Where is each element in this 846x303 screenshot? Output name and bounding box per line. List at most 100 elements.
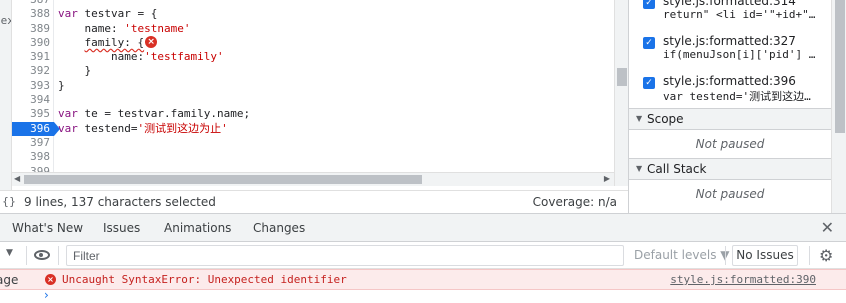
- toolbar-divider: [725, 246, 726, 265]
- code-token: 'testfamily': [144, 50, 224, 64]
- default-levels-dropdown[interactable]: Default levels ▼: [634, 248, 730, 262]
- error-text: Uncaught SyntaxError: Unexpected identif…: [62, 273, 347, 286]
- code-text[interactable]: name: 'testname': [58, 22, 190, 36]
- code-line[interactable]: 397: [0, 136, 614, 150]
- breakpoint-location: style.js:formatted:314: [663, 0, 796, 8]
- code-text[interactable]: var testvar = {: [58, 7, 157, 21]
- code-token: te = testvar.family.name;: [84, 107, 251, 121]
- line-number[interactable]: 392: [12, 64, 54, 78]
- source-editor[interactable]: lex 387388var testvar = {389 name: 'test…: [0, 0, 628, 190]
- code-token: var: [58, 121, 85, 135]
- breakpoint-code: var testend='测试到这边…: [663, 90, 811, 103]
- code-text[interactable]: var te = testvar.family.name;: [58, 107, 250, 121]
- console-prompt[interactable]: ›: [0, 288, 846, 303]
- code-token: }: [58, 64, 92, 78]
- line-number[interactable]: 398: [12, 150, 54, 164]
- collapse-arrow-icon: ▼: [636, 164, 643, 173]
- line-number[interactable]: 389: [12, 22, 54, 36]
- call-stack-status: Not paused: [695, 187, 765, 201]
- code-token: '测试到这边为止': [137, 121, 228, 135]
- scroll-right-arrow-icon[interactable]: ▶: [604, 174, 610, 183]
- line-number[interactable]: 387: [12, 0, 54, 7]
- code-line[interactable]: 388 var testvar = {: [0, 7, 614, 21]
- editor-horizontal-scroll-thumb[interactable]: [24, 175, 422, 184]
- line-number[interactable]: 393: [12, 79, 54, 93]
- code-line[interactable]: 387: [0, 0, 614, 7]
- code-token: name:: [58, 50, 145, 64]
- close-icon[interactable]: ✕: [821, 218, 834, 237]
- pretty-print-icon[interactable]: {}: [2, 195, 16, 208]
- code-line[interactable]: 390 family: {×: [0, 35, 614, 50]
- syntax-error-icon[interactable]: ×: [145, 35, 158, 48]
- line-number[interactable]: 397: [12, 136, 54, 150]
- line-number[interactable]: 395: [12, 107, 54, 121]
- code-line[interactable]: 389 name: 'testname': [0, 22, 614, 36]
- line-number[interactable]: 390: [12, 36, 54, 50]
- editor-status-bar: {} 9 lines, 137 characters selected Cove…: [0, 190, 628, 213]
- error-source-link[interactable]: style.js:formatted:390: [670, 273, 816, 286]
- toolbar-divider: [58, 246, 59, 265]
- code-token: }: [58, 78, 65, 92]
- issues-button[interactable]: No Issues: [732, 245, 798, 266]
- code-line[interactable]: 395 var te = testvar.family.name;: [0, 107, 614, 121]
- line-number[interactable]: 391: [12, 50, 54, 64]
- code-token: family: {: [84, 35, 145, 49]
- tab-changes[interactable]: Changes: [253, 221, 305, 235]
- sidebar-scrollbar[interactable]: [831, 0, 846, 213]
- code-text[interactable]: var testend='测试到这边为止': [58, 122, 228, 136]
- code-text[interactable]: }: [58, 79, 65, 93]
- console-filter-input[interactable]: [66, 245, 624, 266]
- editor-horizontal-scrollbar[interactable]: ◀ ▶: [12, 172, 614, 186]
- code-line[interactable]: 391 name:'testfamily': [0, 50, 614, 64]
- breakpoint-location: style.js:formatted:327: [663, 34, 796, 48]
- tab-issues[interactable]: Issues: [103, 221, 140, 235]
- code-text[interactable]: }: [58, 64, 91, 78]
- call-stack-section-header[interactable]: ▼ Call Stack: [629, 158, 831, 180]
- console-toolbar: ▼ Default levels ▼ No Issues ⚙: [0, 242, 846, 269]
- tab-whats-new[interactable]: What's New: [12, 221, 83, 235]
- code-token: var: [58, 7, 85, 21]
- eye-icon[interactable]: [34, 250, 50, 260]
- scope-status: Not paused: [695, 137, 765, 151]
- breakpoint-code: if(menuJson[i]['pid'] …: [663, 48, 816, 61]
- editor-vertical-scrollbar[interactable]: [614, 0, 628, 186]
- gear-icon[interactable]: ⚙: [819, 246, 833, 265]
- collapse-arrow-icon: ▼: [636, 114, 643, 123]
- code-token: name:: [58, 21, 125, 35]
- console-error-message[interactable]: age × Uncaught SyntaxError: Unexpected i…: [0, 269, 846, 290]
- code-line[interactable]: 396 var testend='测试到这边为止': [0, 121, 614, 136]
- context-dropdown-icon[interactable]: ▼: [6, 248, 13, 258]
- code-text[interactable]: name:'testfamily': [58, 50, 224, 64]
- code-line[interactable]: 393}: [0, 79, 614, 93]
- chevron-right-icon: ›: [44, 288, 49, 302]
- breakpoint-code: return" <li id='"+id+"…: [663, 8, 816, 21]
- line-number-breakpoint[interactable]: 396: [12, 121, 60, 136]
- code-lines[interactable]: 387388var testvar = {389 name: 'testname…: [0, 0, 614, 179]
- breakpoint-location: style.js:formatted:396: [663, 74, 796, 88]
- code-text[interactable]: family: {×: [58, 35, 158, 50]
- code-token: 'testname': [124, 21, 191, 35]
- code-line[interactable]: 392 }: [0, 64, 614, 78]
- sidebar-scroll-thumb[interactable]: [835, 0, 845, 133]
- scope-section-header[interactable]: ▼ Scope: [629, 108, 831, 130]
- error-icon: ×: [45, 274, 56, 285]
- coverage-info[interactable]: Coverage: n/a: [533, 195, 617, 209]
- tab-animations[interactable]: Animations: [164, 221, 231, 235]
- breakpoint-checkbox[interactable]: ✓: [643, 77, 655, 89]
- scroll-left-arrow-icon[interactable]: ◀: [14, 174, 20, 183]
- breakpoint-item[interactable]: ✓ style.js:formatted:327 if(menuJson[i][…: [641, 34, 833, 74]
- toolbar-divider: [809, 246, 810, 265]
- code-token: testvar = {: [84, 7, 158, 21]
- editor-vertical-scroll-thumb[interactable]: [617, 68, 627, 86]
- breakpoint-checkbox[interactable]: ✓: [643, 0, 655, 9]
- breakpoint-checkbox[interactable]: ✓: [643, 37, 655, 49]
- breakpoint-item[interactable]: ✓ style.js:formatted:314 return" <li id=…: [641, 0, 833, 34]
- line-number[interactable]: 388: [12, 7, 54, 21]
- call-stack-section-title: Call Stack: [647, 162, 707, 176]
- code-line[interactable]: 398: [0, 150, 614, 164]
- code-token: testend=: [84, 121, 138, 135]
- scope-section-title: Scope: [647, 112, 684, 126]
- line-number[interactable]: 394: [12, 93, 54, 107]
- code-line[interactable]: 394: [0, 93, 614, 107]
